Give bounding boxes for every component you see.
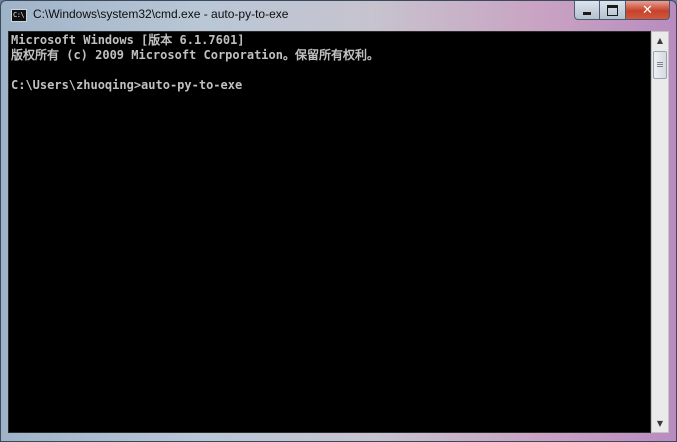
cmd-app-icon[interactable]: C:\ — [11, 9, 27, 22]
chevron-down-icon: ▼ — [656, 419, 664, 428]
close-icon: ✕ — [642, 2, 653, 18]
vertical-scrollbar[interactable]: ▲ ▼ — [651, 31, 669, 433]
scroll-down-button[interactable]: ▼ — [652, 415, 668, 432]
console-line: Microsoft Windows [版本 6.1.7601] — [11, 33, 245, 47]
maximize-button[interactable] — [600, 1, 626, 20]
scroll-up-button[interactable]: ▲ — [652, 32, 668, 49]
console-output[interactable]: Microsoft Windows [版本 6.1.7601] 版权所有 (c)… — [8, 31, 651, 433]
caption-buttons: ✕ — [574, 1, 670, 21]
minimize-button[interactable] — [574, 1, 600, 20]
window-title: C:\Windows\system32\cmd.exe - auto-py-to… — [33, 7, 289, 21]
grip-line — [657, 62, 663, 63]
maximize-icon — [607, 4, 618, 16]
scroll-thumb[interactable] — [653, 51, 667, 79]
console-line: 版权所有 (c) 2009 Microsoft Corporation。保留所有… — [11, 48, 379, 62]
cmd-window: C:\ C:\Windows\system32\cmd.exe - auto-p… — [0, 0, 677, 442]
grip-line — [657, 64, 663, 65]
close-button[interactable]: ✕ — [626, 1, 670, 20]
chevron-up-icon: ▲ — [656, 36, 664, 45]
grip-line — [657, 66, 663, 67]
minimize-icon — [583, 11, 591, 15]
title-bar[interactable]: C:\ C:\Windows\system32\cmd.exe - auto-p… — [1, 1, 676, 31]
console-prompt-line: C:\Users\zhuoqing>auto-py-to-exe — [11, 78, 243, 92]
